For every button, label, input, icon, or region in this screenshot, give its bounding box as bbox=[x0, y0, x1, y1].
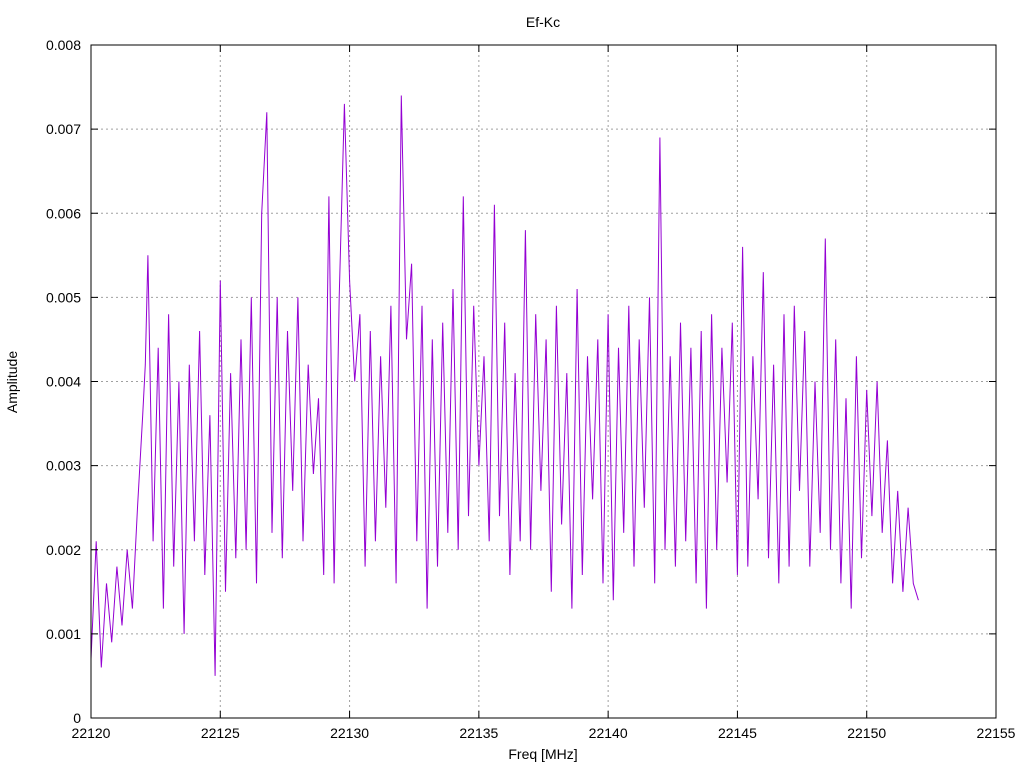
x-tick-label: 22145 bbox=[718, 725, 757, 741]
x-axis-label: Freq [MHz] bbox=[508, 746, 577, 762]
y-tick-label: 0.007 bbox=[46, 121, 81, 137]
y-tick-label: 0.002 bbox=[46, 542, 81, 558]
y-tick-label: 0.005 bbox=[46, 289, 81, 305]
y-axis-label: Amplitude bbox=[4, 351, 20, 413]
chart-root: Ef-Kc Freq [MHz] Amplitude 22120 22125 221… bbox=[0, 0, 1024, 768]
chart-svg: Ef-Kc Freq [MHz] Amplitude 22120 22125 221… bbox=[4, 14, 1016, 762]
y-tick-label: 0.006 bbox=[46, 205, 81, 221]
y-tick-label: 0.003 bbox=[46, 458, 81, 474]
axes-layer: 22120 22125 22130 22135 22140 22145 22150 22155… bbox=[46, 37, 1016, 741]
x-tick-label: 22120 bbox=[72, 725, 111, 741]
x-tick-label: 22155 bbox=[977, 725, 1016, 741]
x-tick-label: 22140 bbox=[589, 725, 628, 741]
x-tick-label: 22125 bbox=[201, 725, 240, 741]
grid-layer bbox=[91, 45, 996, 718]
series-layer bbox=[90, 95, 919, 676]
y-tick-label: 0 bbox=[73, 710, 81, 726]
chart-title: Ef-Kc bbox=[526, 14, 560, 30]
data-series-0 bbox=[90, 95, 919, 676]
x-tick-label: 22135 bbox=[459, 725, 498, 741]
y-tick-label: 0.008 bbox=[46, 37, 81, 53]
y-tick-label: 0.004 bbox=[46, 374, 81, 390]
x-tick-label: 22130 bbox=[330, 725, 369, 741]
x-tick-label: 22150 bbox=[847, 725, 886, 741]
y-tick-label: 0.001 bbox=[46, 626, 81, 642]
